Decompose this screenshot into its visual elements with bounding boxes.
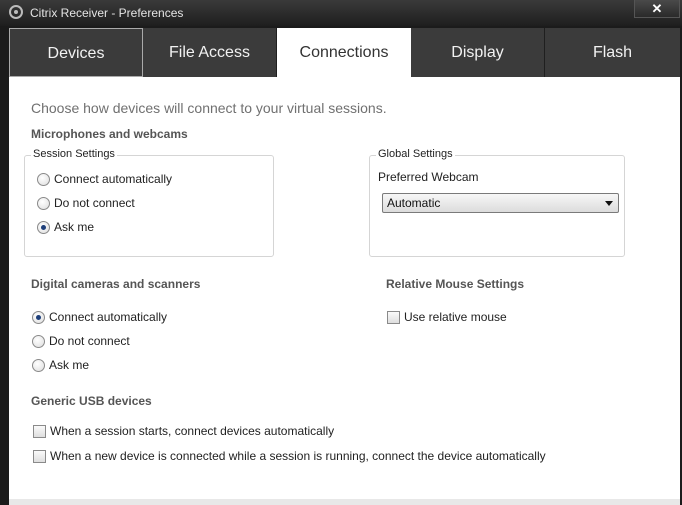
connections-panel: Choose how devices will connect to your … <box>9 77 680 500</box>
mic-do-not-connect-label: Do not connect <box>54 196 135 210</box>
usb-session-start-label: When a session starts, connect devices a… <box>50 424 335 438</box>
camera-ask-me-label: Ask me <box>49 358 90 372</box>
camera-connect-auto-label: Connect automatically <box>49 310 168 324</box>
relative-mouse-checkbox[interactable] <box>387 311 400 324</box>
usb-heading: Generic USB devices <box>31 394 152 408</box>
tab-flash[interactable]: Flash <box>545 28 680 77</box>
cameras-heading: Digital cameras and scanners <box>31 277 201 291</box>
citrix-icon <box>9 5 23 19</box>
mouse-heading: Relative Mouse Settings <box>386 277 525 291</box>
tab-connections[interactable]: Connections <box>277 28 411 77</box>
mic-ask-me-radio[interactable] <box>37 221 50 234</box>
global-settings-legend: Global Settings <box>376 148 455 160</box>
global-settings-group: Global Settings Preferred Webcam Automat… <box>369 148 625 257</box>
session-settings-legend: Session Settings <box>31 148 117 160</box>
title-bar: Citrix Receiver - Preferences ✕ <box>0 0 682 26</box>
preferred-webcam-select[interactable]: Automatic <box>382 193 619 213</box>
usb-new-device-checkbox[interactable] <box>33 450 46 463</box>
tab-bar: Devices File Access Connections Display … <box>9 28 680 77</box>
usb-new-device-label: When a new device is connected while a s… <box>50 449 546 463</box>
chevron-down-icon <box>605 201 613 206</box>
mic-connect-auto-label: Connect automatically <box>54 172 173 186</box>
mic-connect-auto-radio[interactable] <box>37 173 50 186</box>
window-title: Citrix Receiver - Preferences <box>30 6 184 20</box>
preferred-webcam-value: Automatic <box>387 196 441 210</box>
relative-mouse-label: Use relative mouse <box>404 310 507 324</box>
camera-ask-me-radio[interactable] <box>32 359 45 372</box>
usb-session-start-checkbox[interactable] <box>33 425 46 438</box>
mic-do-not-connect-radio[interactable] <box>37 197 50 210</box>
close-button[interactable]: ✕ <box>634 0 680 18</box>
intro-text: Choose how devices will connect to your … <box>31 100 387 116</box>
tab-devices[interactable]: Devices <box>9 28 143 77</box>
tab-file-access[interactable]: File Access <box>143 28 277 77</box>
preferred-webcam-label: Preferred Webcam <box>378 170 479 184</box>
tab-display[interactable]: Display <box>411 28 545 77</box>
camera-do-not-connect-radio[interactable] <box>32 335 45 348</box>
camera-do-not-connect-label: Do not connect <box>49 334 130 348</box>
microphones-heading: Microphones and webcams <box>31 127 188 141</box>
footer-strip <box>9 499 680 505</box>
mic-ask-me-label: Ask me <box>54 220 95 234</box>
session-settings-group: Session Settings Connect automatically D… <box>24 148 274 257</box>
camera-connect-auto-radio[interactable] <box>32 311 45 324</box>
